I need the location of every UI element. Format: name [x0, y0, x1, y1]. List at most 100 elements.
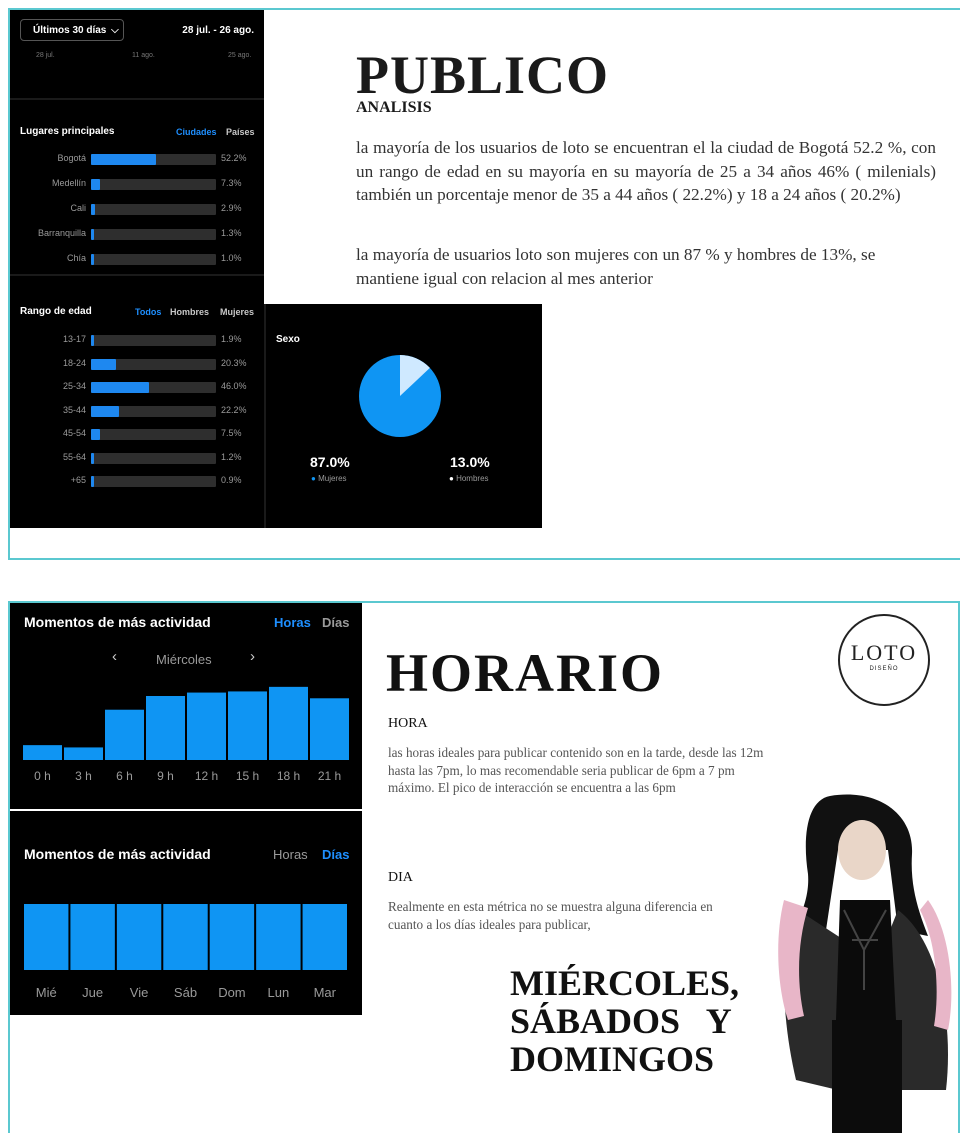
chevron-right-icon[interactable]: ›: [250, 648, 255, 665]
age-label: 13-17: [62, 334, 86, 344]
tick-label: 6 h: [116, 769, 133, 783]
bar-6h: [105, 709, 144, 760]
bar-Vie: [116, 904, 162, 970]
date-range-dropdown[interactable]: Últimos 30 días ⌵: [20, 19, 124, 41]
location-label: Bogotá: [57, 153, 86, 163]
age-value: 1.9%: [221, 334, 242, 344]
age-bar-fill: [91, 429, 101, 440]
age-label: 18-24: [62, 357, 86, 368]
age-bar-fill: [91, 405, 119, 417]
bar-Lun: [256, 904, 301, 970]
face: [838, 820, 886, 880]
tab-cities[interactable]: Ciudades: [176, 127, 217, 137]
age-value: 46.0%: [221, 381, 247, 391]
axis-date-start: 28 jul.: [36, 52, 55, 59]
sex-title: Sexo: [276, 334, 300, 345]
age-bar-fill: [91, 335, 94, 346]
tick-label: 0 h: [34, 769, 51, 783]
age-label: +65: [70, 475, 86, 485]
tab-women[interactable]: Mujeres: [220, 307, 254, 317]
tick-label: 18 h: [277, 769, 300, 783]
tick-label: Vie: [130, 985, 149, 1000]
analysis-paragraph-1: la mayoría de los usuarios de loto se en…: [356, 138, 936, 204]
slide-subtitle-analisis: ANALISIS: [356, 99, 432, 116]
tick-label: Jue: [82, 985, 103, 1000]
tick-label: Sáb: [174, 985, 197, 1000]
age-label: 25-34: [62, 381, 86, 391]
locations-title: Lugares principales: [20, 126, 115, 137]
highlight-day-1: MIÉRCOLES,: [510, 963, 740, 1003]
day-selector[interactable]: Miércoles: [156, 652, 212, 667]
age-bar-fill: [91, 358, 117, 370]
tick-label: 3 h: [75, 769, 92, 783]
tab-hours[interactable]: Horas: [273, 847, 308, 862]
age-bar-fill: [91, 382, 149, 393]
tick-label: 21 h: [318, 769, 341, 783]
chevron-down-icon: ⌵: [111, 25, 119, 36]
dia-paragraph: Realmente en esta métrica no se muestra …: [388, 899, 713, 932]
axis-date-end: 25 ago.: [228, 52, 252, 59]
axis-date-mid: 11 ago.: [132, 52, 155, 59]
location-bar-track: [91, 204, 216, 215]
women-legend: ● Mujeres: [311, 474, 347, 483]
age-bar-track: [91, 452, 216, 464]
age-value: 1.2%: [221, 451, 242, 462]
age-bar-track: [91, 335, 216, 346]
location-value: 7.3%: [221, 178, 242, 188]
location-value: 52.2%: [221, 153, 247, 163]
women-value: 87.0%: [310, 454, 350, 470]
location-value: 2.9%: [221, 203, 242, 213]
age-bar-track: [91, 405, 216, 417]
days-bar-chart: Mié Jue Vie Sáb Dom Lun Mar: [24, 904, 347, 1000]
tab-days[interactable]: Días: [322, 615, 349, 630]
bar-Jue: [70, 904, 115, 970]
age-bar-track: [91, 358, 216, 370]
hora-paragraph: las horas ideales para publicar contenid…: [388, 745, 764, 795]
location-bar-fill: [91, 254, 94, 265]
location-label: Cali: [70, 203, 86, 213]
age-value: 0.9%: [221, 475, 242, 485]
bar-Mar: [302, 904, 347, 970]
divider: [10, 274, 264, 276]
tab-days[interactable]: Días: [322, 847, 349, 862]
bar-12h: [187, 692, 226, 760]
age-value: 20.3%: [221, 357, 247, 368]
bar-15h: [228, 691, 267, 760]
age-bar-track: [91, 476, 216, 487]
bar-18h: [269, 686, 308, 760]
tab-hours[interactable]: Horas: [274, 615, 311, 630]
loto-logo: LOTO DISEÑO: [838, 614, 930, 706]
age-bar-track: [91, 382, 216, 393]
tick-label: Dom: [218, 985, 245, 1000]
women-label: Mujeres: [318, 474, 347, 483]
tab-countries[interactable]: Países: [226, 127, 255, 137]
hours-bar-chart: 0 h 3 h 6 h 9 h 12 h 15 h 18 h 21 h: [23, 686, 349, 783]
men-value: 13.0%: [450, 454, 490, 470]
age-bar-track: [91, 429, 216, 440]
tab-men[interactable]: Hombres: [170, 307, 209, 317]
location-bar-fill: [91, 229, 94, 240]
tick-label: Mar: [314, 985, 337, 1000]
hora-heading: HORA: [388, 716, 428, 731]
age-label: 55-64: [62, 451, 86, 462]
model-photo: [778, 794, 952, 1133]
divider: [10, 98, 264, 100]
days-panel-title: Momentos de más actividad: [24, 846, 211, 862]
tab-all[interactable]: Todos: [135, 307, 161, 317]
tick-label: 15 h: [236, 769, 259, 783]
location-label: Chía: [66, 253, 86, 263]
bar-Sáb: [163, 904, 208, 970]
bar-9h: [146, 696, 185, 760]
location-bar-track: [91, 229, 216, 240]
location-bar-track: [91, 254, 216, 265]
location-bar-track: [91, 154, 216, 165]
location-label: Medellín: [51, 178, 86, 188]
age-value: 22.2%: [221, 404, 247, 415]
chevron-left-icon[interactable]: ‹: [112, 648, 117, 665]
location-value: 1.3%: [221, 228, 242, 238]
sex-pie-chart: [359, 355, 441, 437]
age-title: Rango de edad: [20, 306, 92, 317]
logo-sub-text: DISEÑO: [869, 666, 899, 672]
bar-Mié: [24, 904, 69, 970]
location-value: 1.0%: [221, 253, 242, 263]
